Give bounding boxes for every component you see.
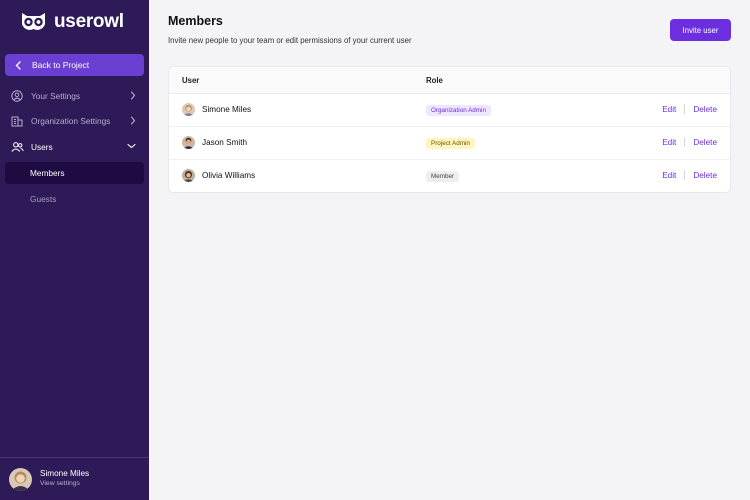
divider xyxy=(684,170,686,180)
avatar xyxy=(182,136,195,149)
column-header-role: Role xyxy=(426,76,443,85)
sidebar-item-label: Users xyxy=(31,142,53,152)
divider xyxy=(684,104,686,114)
sidebar-item-users[interactable]: Users xyxy=(5,137,144,157)
edit-link[interactable]: Edit xyxy=(662,138,676,147)
table-row: Jason Smith Project Admin Edit Delete xyxy=(169,127,730,160)
edit-link[interactable]: Edit xyxy=(662,171,676,180)
sidebar: userowl Back to Project Your Settings Or… xyxy=(0,0,149,500)
role-badge: Member xyxy=(426,171,460,182)
sidebar-subitem-label: Guests xyxy=(30,194,57,204)
brand-name: userowl xyxy=(54,11,124,32)
sidebar-subitem-guests[interactable]: Guests xyxy=(5,188,144,210)
building-icon xyxy=(10,114,24,128)
chevron-right-icon xyxy=(130,91,136,100)
role-badge: Project Admin xyxy=(426,138,475,149)
table-row: Simone Miles Organization Admin Edit Del… xyxy=(169,94,730,127)
user-circle-icon xyxy=(10,89,24,103)
back-to-project-button[interactable]: Back to Project xyxy=(5,54,144,76)
column-header-user: User xyxy=(182,76,200,85)
user-name: Simone Miles xyxy=(202,105,252,114)
user-name: Jason Smith xyxy=(202,138,248,147)
sidebar-item-your-settings[interactable]: Your Settings xyxy=(5,86,144,106)
sidebar-item-label: Your Settings xyxy=(31,91,81,101)
sidebar-item-organization-settings[interactable]: Organization Settings xyxy=(5,111,144,131)
user-name: Olivia Williams xyxy=(202,171,256,180)
chevron-right-icon xyxy=(130,116,136,125)
avatar xyxy=(182,169,195,182)
sidebar-subitem-members[interactable]: Members xyxy=(5,162,144,184)
chevron-left-icon xyxy=(15,60,21,70)
back-to-project-label: Back to Project xyxy=(32,60,90,70)
sidebar-subitem-label: Members xyxy=(30,168,65,178)
brand-logo[interactable]: userowl xyxy=(20,10,124,34)
view-settings-link[interactable]: View settings xyxy=(40,479,89,489)
page-title: Members xyxy=(168,14,223,28)
invite-user-button[interactable]: Invite user xyxy=(670,19,731,41)
divider xyxy=(684,137,686,147)
sidebar-item-label: Organization Settings xyxy=(31,116,111,126)
chevron-down-icon xyxy=(127,143,136,149)
role-badge: Organization Admin xyxy=(426,105,491,116)
users-icon xyxy=(10,140,24,154)
edit-link[interactable]: Edit xyxy=(662,105,676,114)
members-table: User Role Simone Miles Organization Admi… xyxy=(168,66,731,193)
owl-logo-icon xyxy=(22,13,45,30)
delete-link[interactable]: Delete xyxy=(693,138,717,147)
current-user-name: Simone Miles xyxy=(40,469,90,478)
table-row: Olivia Williams Member Edit Delete xyxy=(169,160,730,192)
table-header: User Role xyxy=(169,67,730,94)
avatar xyxy=(9,467,32,491)
delete-link[interactable]: Delete xyxy=(693,105,717,114)
page-subtitle: Invite new people to your team or edit p… xyxy=(168,36,412,45)
current-user-panel[interactable]: Simone Miles View settings xyxy=(0,457,149,500)
delete-link[interactable]: Delete xyxy=(693,171,717,180)
avatar xyxy=(182,103,195,116)
